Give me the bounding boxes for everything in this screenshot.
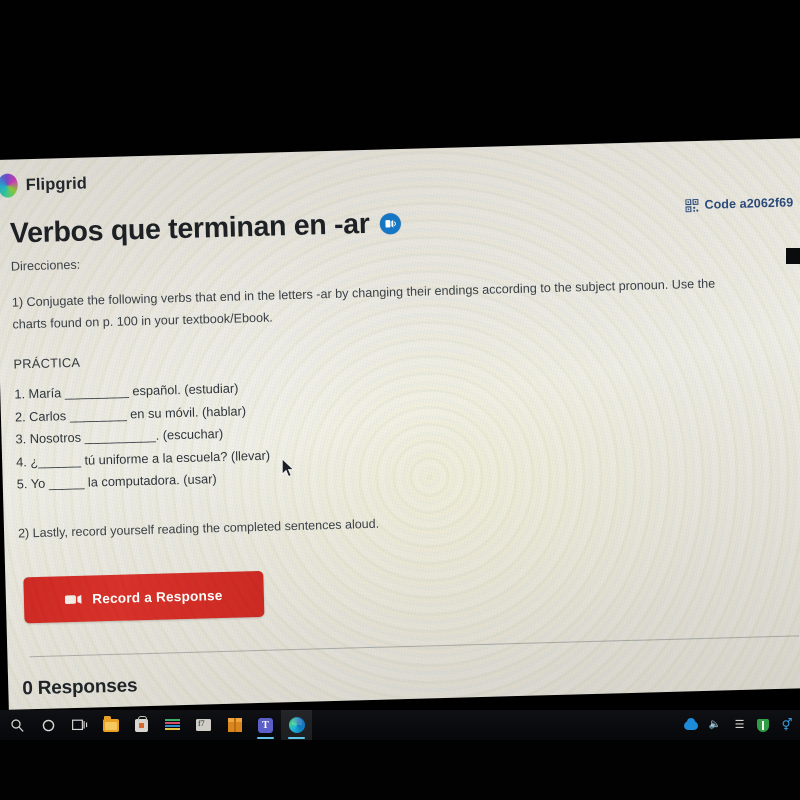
taskbar-item-calculator[interactable] bbox=[188, 710, 219, 740]
taskbar-item-microsoft-edge[interactable] bbox=[281, 710, 312, 740]
closing-instruction: 2) Lastly, record yourself reading the c… bbox=[17, 516, 380, 541]
taskbar-item-microsoft-store[interactable] bbox=[126, 710, 157, 740]
section-divider bbox=[29, 635, 800, 658]
flipgrid-topic-page: Flipgrid Verbos que terminan en -ar Code… bbox=[0, 138, 800, 710]
taskbar-item-package-app[interactable] bbox=[219, 710, 250, 740]
directions-line-2: charts found on p. 100 in your textbook/… bbox=[12, 310, 274, 332]
bluetooth-icon[interactable]: ⚥ bbox=[780, 718, 794, 732]
record-a-response-button[interactable]: Record a Response bbox=[23, 570, 265, 624]
record-button-label: Record a Response bbox=[92, 587, 223, 607]
taskbar-item-microsoft-teams[interactable]: T bbox=[250, 710, 281, 740]
task-view-icon bbox=[71, 719, 87, 731]
microsoft-store-icon bbox=[135, 715, 148, 732]
practice-heading: PRÁCTICA bbox=[13, 354, 81, 372]
photo-letterbox-bottom bbox=[0, 740, 800, 800]
video-camera-icon bbox=[65, 594, 82, 604]
windows-taskbar: T 🔈 ☰ ⚥ bbox=[0, 710, 800, 740]
scrollbar-thumb[interactable] bbox=[786, 248, 800, 264]
directions-line-1: 1) Conjugate the following verbs that en… bbox=[11, 276, 716, 310]
laptop-screen-photo: Flipgrid Verbos que terminan en -ar Code… bbox=[0, 137, 800, 710]
search-icon bbox=[11, 718, 24, 732]
flipgrid-logo-icon[interactable] bbox=[0, 173, 19, 198]
microsoft-teams-icon: T bbox=[258, 717, 273, 733]
security-shield-icon[interactable] bbox=[756, 718, 770, 732]
app-name: Flipgrid bbox=[25, 173, 88, 194]
system-tray: 🔈 ☰ ⚥ bbox=[684, 717, 800, 732]
books-app-icon bbox=[165, 718, 180, 732]
qr-code-icon bbox=[685, 198, 699, 212]
taskbar-item-search[interactable] bbox=[2, 710, 33, 740]
responses-heading: 0 Responses bbox=[22, 675, 138, 700]
taskbar-item-books-app[interactable] bbox=[157, 710, 188, 740]
calculator-icon bbox=[196, 719, 211, 731]
app-header: Flipgrid bbox=[0, 171, 88, 198]
file-explorer-icon bbox=[102, 715, 119, 732]
exercise-list: 1. María _________ español. (estudiar) 2… bbox=[14, 377, 271, 497]
taskbar-item-file-explorer[interactable] bbox=[95, 710, 126, 740]
package-app-icon bbox=[227, 718, 242, 732]
page-title: Verbos que terminan en -ar bbox=[9, 207, 370, 250]
network-icon[interactable]: ☰ bbox=[732, 718, 746, 732]
cortana-icon bbox=[42, 719, 55, 731]
screenshot-stage: Flipgrid Verbos que terminan en -ar Code… bbox=[0, 0, 800, 800]
volume-muted-icon[interactable]: 🔈 bbox=[708, 718, 722, 732]
taskbar-pinned-apps: T bbox=[0, 710, 312, 740]
topic-title-row: Verbos que terminan en -ar bbox=[10, 207, 401, 251]
topic-code-label: Code a2062f69 bbox=[704, 195, 794, 212]
immersive-reader-speaker-icon[interactable] bbox=[379, 213, 401, 235]
taskbar-item-cortana[interactable] bbox=[33, 710, 64, 740]
topic-code[interactable]: Code a2062f69 bbox=[685, 195, 793, 212]
photo-letterbox-top bbox=[0, 0, 800, 164]
onedrive-cloud-icon[interactable] bbox=[684, 717, 698, 732]
microsoft-edge-icon bbox=[288, 717, 305, 733]
taskbar-item-task-view[interactable] bbox=[64, 710, 95, 740]
directions-label: Direcciones: bbox=[10, 257, 81, 274]
